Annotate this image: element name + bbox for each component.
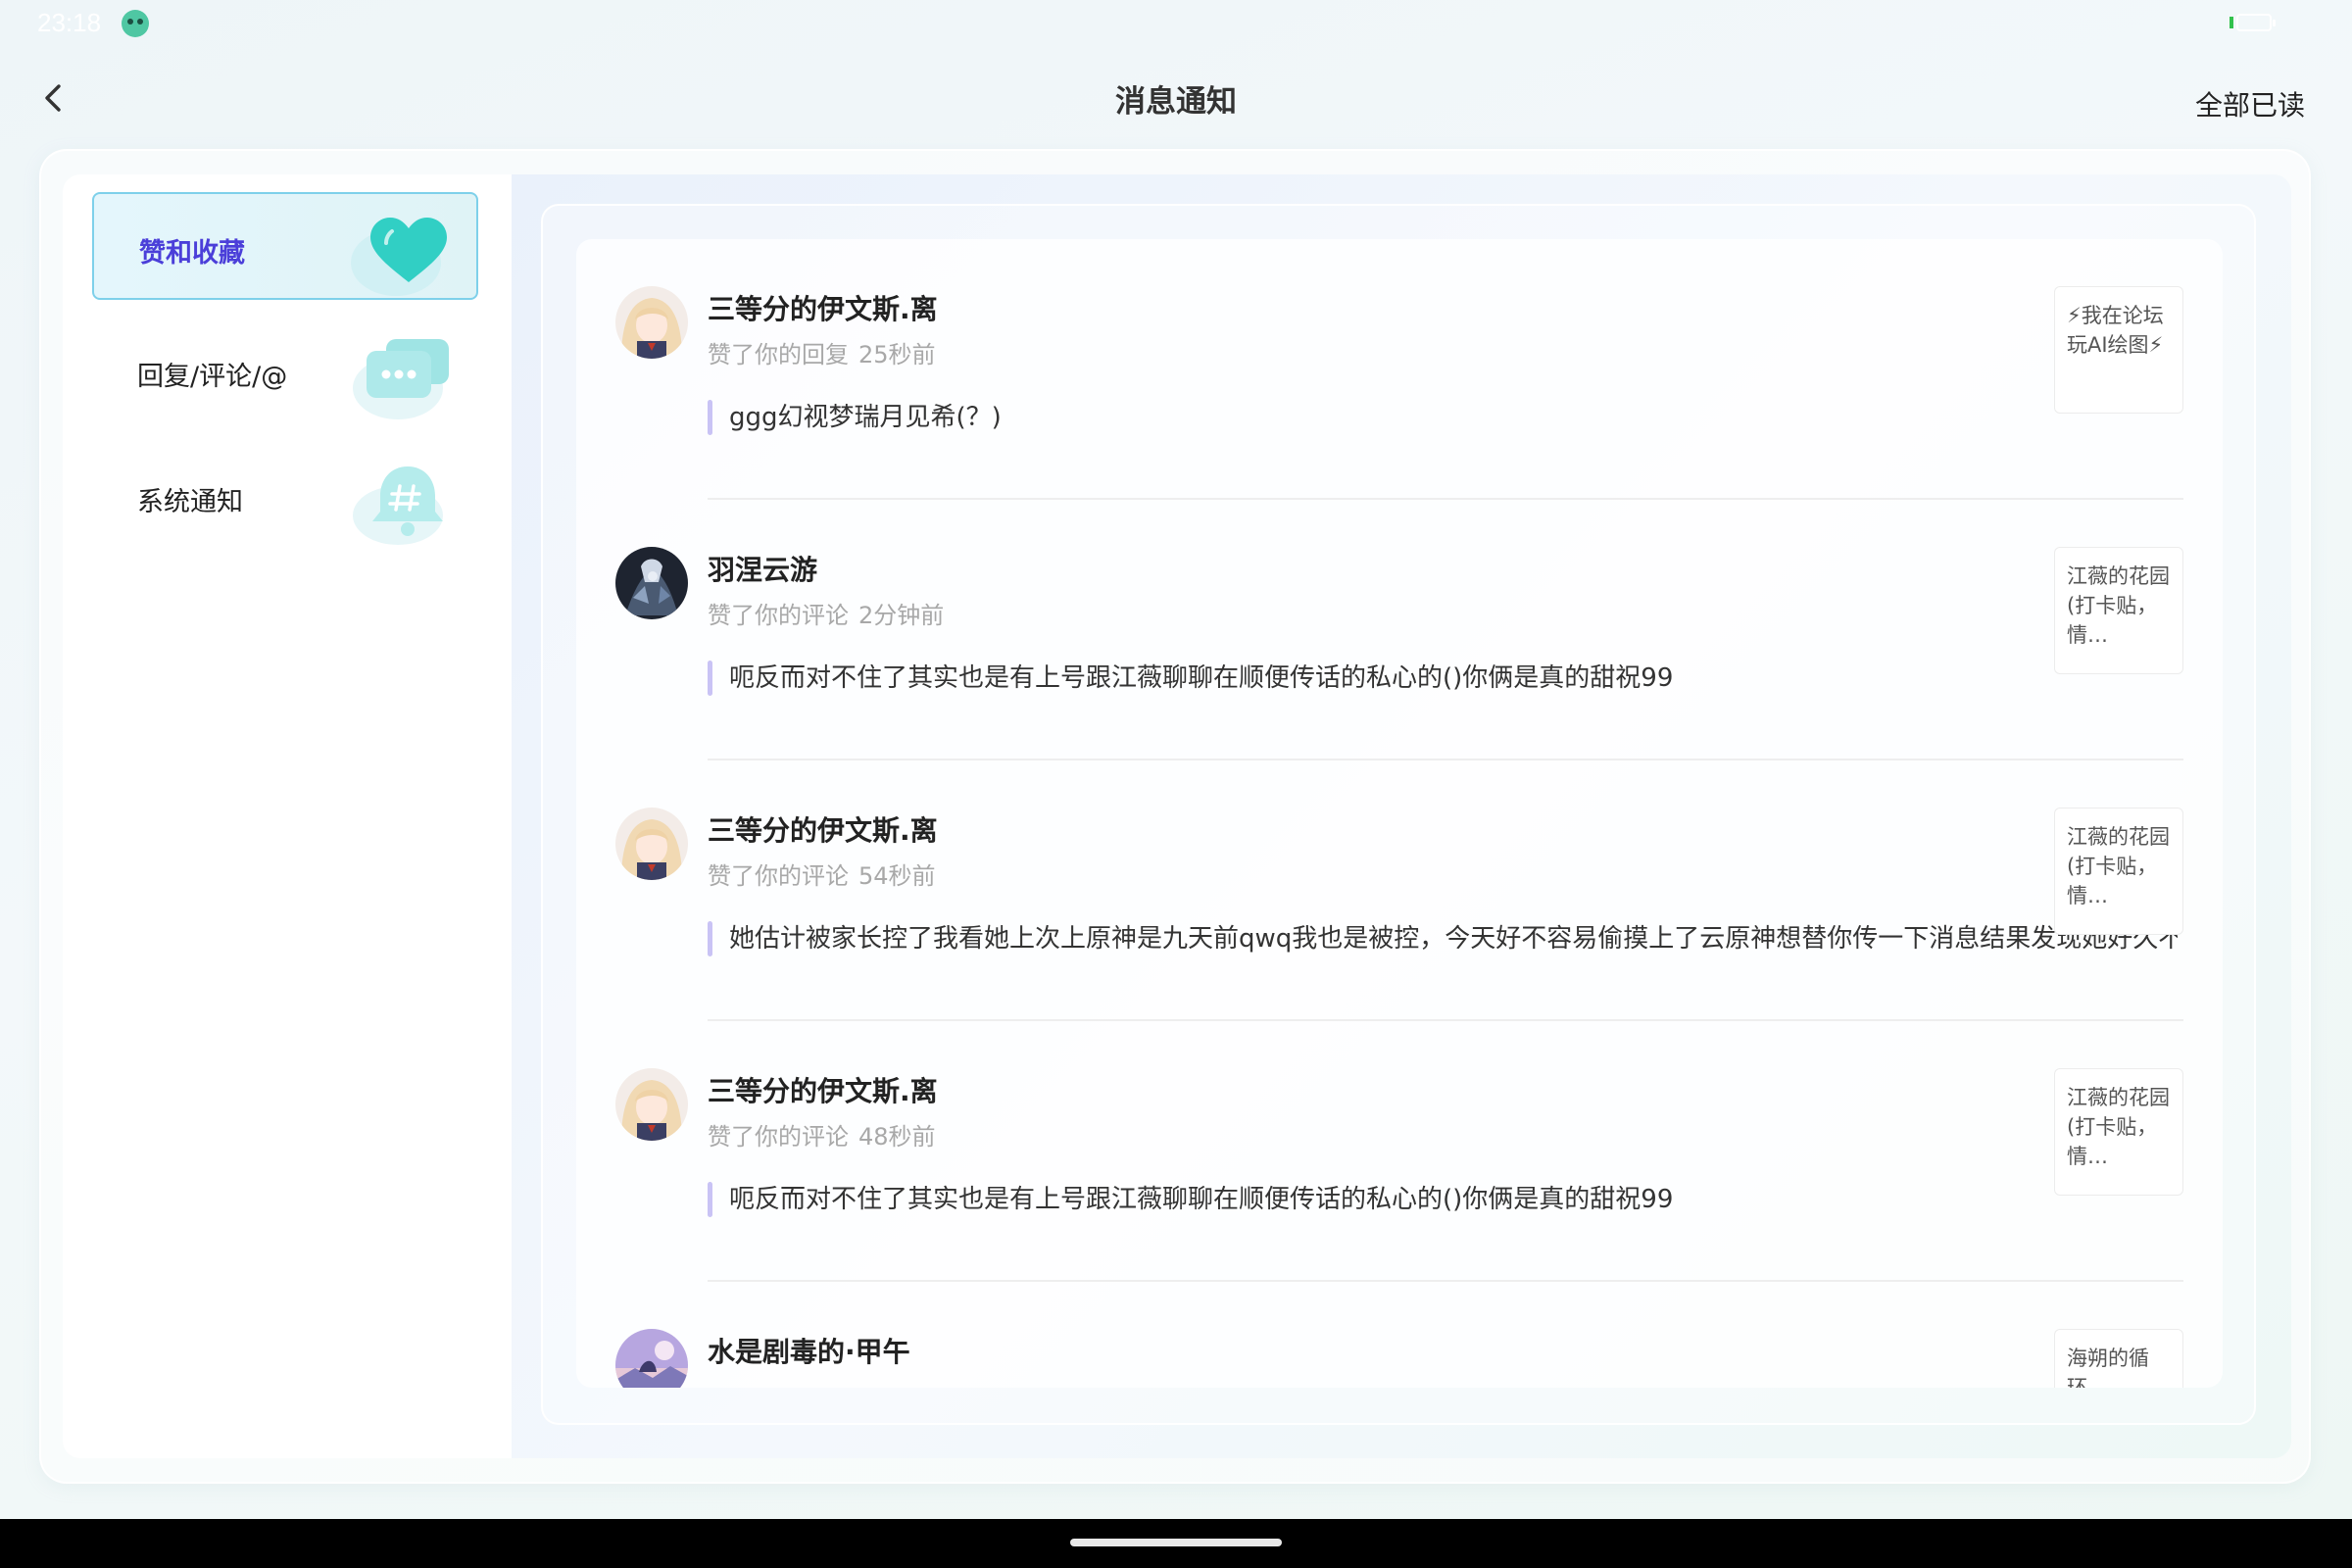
post-preview[interactable]: ⚡我在论坛玩AI绘图⚡ (2054, 286, 2183, 414)
battery-icon (2230, 14, 2276, 31)
notification-item[interactable]: 三等分的伊文斯.离 赞了你的回复 25秒前 ggg幻视梦瑞月见希(？) ⚡我在论坛… (576, 239, 2223, 500)
user-name[interactable]: 水是剧毒的·甲午 (708, 1331, 910, 1370)
sidebar-item-system[interactable]: 系统通知 (92, 443, 478, 551)
status-time: 23:18 (37, 8, 102, 37)
mark-all-read-button[interactable]: 全部已读 (2195, 84, 2305, 123)
avatar[interactable] (615, 1329, 688, 1388)
quoted-content[interactable]: 呃反而对不住了其实也是有上号跟江薇聊聊在顺便传话的私心的()你俩是真的甜祝99 (708, 1180, 2178, 1219)
post-preview[interactable]: 海朔的循环… (2054, 1329, 2183, 1388)
timestamp: 2分钟前 (858, 602, 945, 629)
action-text: 赞了你的回复 (708, 341, 849, 368)
action-text: 赞了你的评论 (708, 1123, 849, 1151)
quoted-content[interactable]: 她估计被家长控了我看她上次上原神是九天前qwq我也是被控，今天好不容易偷摸上了云… (708, 919, 2178, 958)
post-preview[interactable]: 江薇的花园(打卡贴，情… (2054, 1068, 2183, 1196)
post-preview[interactable]: 江薇的花园(打卡贴，情… (2054, 547, 2183, 674)
home-indicator[interactable] (1070, 1539, 1282, 1546)
notification-meta: 赞了你的评论 2分钟前 (708, 596, 944, 630)
sidebar-item-label: 系统通知 (137, 487, 243, 517)
timestamp: 25秒前 (858, 341, 936, 368)
user-name[interactable]: 羽涅云游 (708, 549, 817, 588)
notification-item[interactable]: 三等分的伊文斯.离 赞了你的评论 48秒前 呃反而对不住了其实也是有上号跟江薇聊聊… (576, 1021, 2223, 1282)
notification-list[interactable]: 三等分的伊文斯.离 赞了你的回复 25秒前 ggg幻视梦瑞月见希(？) ⚡我在论坛… (576, 239, 2223, 1388)
chat-bubbles-icon (353, 339, 449, 419)
battery-level (2230, 17, 2233, 28)
avatar[interactable] (615, 286, 688, 359)
sidebar-item-label: 赞和收藏 (139, 238, 245, 269)
sidebar: 赞和收藏 回复/评论/@ 系统通知 (63, 174, 512, 1458)
notification-meta: 赞了你的评论 54秒前 (708, 857, 936, 891)
sidebar-item-replies[interactable]: 回复/评论/@ (92, 318, 478, 425)
avatar[interactable] (615, 808, 688, 880)
user-name[interactable]: 三等分的伊文斯.离 (708, 1070, 938, 1109)
navigation-bar (0, 1519, 2352, 1568)
notification-meta: 赞了你的回复 25秒前 (708, 335, 936, 369)
timestamp: 54秒前 (858, 862, 936, 890)
status-bar: 23:18 (0, 0, 2352, 47)
green-monster-app-icon (122, 10, 149, 37)
sidebar-item-label: 回复/评论/@ (137, 362, 288, 392)
purple-scenery-avatar-icon (615, 1329, 688, 1388)
anime-girl-avatar-icon (615, 808, 688, 880)
timestamp: 48秒前 (858, 1123, 936, 1151)
quoted-content[interactable]: ggg幻视梦瑞月见希(？) (708, 398, 2178, 437)
notification-item[interactable]: 三等分的伊文斯.离 赞了你的评论 54秒前 她估计被家长控了我看她上次上原神是九天… (576, 760, 2223, 1021)
notification-item[interactable]: 羽涅云游 赞了你的评论 2分钟前 呃反而对不住了其实也是有上号跟江薇聊聊在顺便传话… (576, 500, 2223, 760)
bell-icon (353, 466, 443, 545)
page-title: 消息通知 (1115, 84, 1237, 120)
anime-girl-avatar-icon (615, 1068, 688, 1141)
header: 消息通知 全部已读 (0, 59, 2352, 137)
user-name[interactable]: 三等分的伊文斯.离 (708, 809, 938, 849)
quoted-content[interactable]: 呃反而对不住了其实也是有上号跟江薇聊聊在顺便传话的私心的()你俩是真的甜祝99 (708, 659, 2178, 698)
avatar[interactable] (615, 547, 688, 619)
action-text: 赞了你的评论 (708, 862, 849, 890)
sidebar-item-likes-favorites[interactable]: 赞和收藏 (92, 192, 478, 300)
notification-meta (708, 1378, 717, 1388)
notification-item[interactable]: 水是剧毒的·甲午 海朔的循环… (576, 1282, 2223, 1388)
action-text: 赞了你的评论 (708, 602, 849, 629)
anime-girl-avatar-icon (615, 286, 688, 359)
dark-character-avatar-icon (615, 547, 688, 619)
heart-icon (351, 218, 447, 296)
notification-meta: 赞了你的评论 48秒前 (708, 1117, 936, 1152)
avatar[interactable] (615, 1068, 688, 1141)
post-preview[interactable]: 江薇的花园(打卡贴，情… (2054, 808, 2183, 935)
user-name[interactable]: 三等分的伊文斯.离 (708, 288, 938, 327)
